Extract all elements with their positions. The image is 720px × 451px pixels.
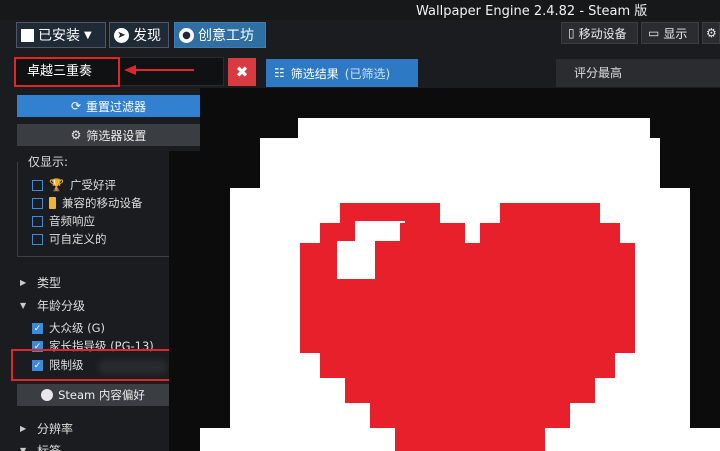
sort-select[interactable]: 评分最高	[556, 59, 720, 87]
tab-workshop-label: 创意工坊	[198, 28, 254, 44]
display-button[interactable]: ▭ 显示	[641, 22, 699, 44]
checkbox[interactable]	[32, 233, 43, 245]
show-only-title: 仅显示:	[26, 153, 71, 170]
checkbox-label: 兼容的移动设备	[62, 196, 143, 210]
section-tags[interactable]: ▼ 标签	[20, 441, 61, 451]
clear-search-button[interactable]: ✖	[228, 58, 256, 86]
filter-results-button[interactable]: ☷ 筛选结果 (已筛选)	[266, 59, 418, 87]
chevron-right-icon: ▶	[20, 277, 27, 287]
gear-icon: ⚙	[706, 26, 717, 40]
reset-filters-button[interactable]: ⟳ 重置过滤器	[17, 95, 200, 117]
checkbox[interactable]	[32, 179, 43, 191]
checkbox[interactable]	[32, 197, 43, 209]
chevron-down-icon: ▼	[20, 445, 27, 451]
checkbox-highly-rated[interactable]: 🏆 广受好评	[32, 176, 116, 194]
chevron-down-icon: ▼	[20, 300, 27, 310]
tab-installed[interactable]: 已安装 ▼	[16, 22, 106, 48]
mobile-devices-button[interactable]: ▯ 移动设备	[561, 22, 638, 44]
checkbox-mobile-compatible[interactable]: 兼容的移动设备	[32, 194, 143, 212]
list-filter-icon: ☷	[274, 66, 285, 80]
highlight-box-search	[14, 57, 120, 87]
section-label: 标签	[37, 443, 62, 451]
checkbox-label: 大众级 (G)	[49, 321, 106, 335]
annotation-arrow	[124, 65, 194, 75]
trophy-icon: 🏆	[49, 178, 64, 192]
checkbox-checked[interactable]: ✓	[32, 322, 43, 334]
checkbox[interactable]	[32, 215, 43, 227]
gear-icon: ⚙	[70, 128, 82, 142]
tab-discover[interactable]: ➤ 发现	[109, 22, 169, 48]
tab-workshop[interactable]: ● 创意工坊	[174, 22, 266, 48]
section-label: 类型	[37, 275, 62, 290]
checkbox-label: 音频响应	[49, 214, 95, 228]
tab-discover-label: 发现	[133, 28, 161, 44]
compass-icon: ➤	[114, 27, 129, 43]
save-icon	[21, 28, 34, 42]
steam-icon: ●	[179, 27, 194, 43]
chevron-down-icon: ▼	[84, 29, 92, 41]
filter-results-status: (已筛选)	[344, 66, 391, 81]
steam-pref-label: Steam 内容偏好	[58, 388, 145, 402]
window-title: Wallpaper Engine 2.4.82 - Steam 版	[416, 4, 648, 19]
filter-settings-label: 筛选器设置	[86, 128, 147, 143]
phone-icon: ▯	[568, 26, 575, 40]
chevron-right-icon: ▶	[20, 423, 27, 433]
monitor-icon: ▭	[648, 26, 660, 40]
phone-icon	[49, 197, 56, 209]
checkbox-customizable[interactable]: 可自定义的	[32, 230, 107, 248]
refresh-icon: ⟳	[70, 99, 82, 113]
filter-settings-button[interactable]: ⚙ 筛选器设置	[17, 124, 200, 146]
reset-filters-label: 重置过滤器	[86, 99, 147, 114]
mobile-devices-label: 移动设备	[578, 26, 627, 41]
checkbox-rating-g[interactable]: ✓ 大众级 (G)	[32, 319, 105, 337]
settings-button[interactable]: ⚙	[702, 22, 720, 44]
section-type[interactable]: ▶ 类型	[20, 273, 61, 291]
section-age-rating[interactable]: ▼ 年龄分级	[20, 296, 85, 314]
section-label: 分辨率	[37, 421, 74, 436]
section-label: 年龄分级	[37, 298, 86, 313]
close-icon: ✖	[235, 63, 249, 81]
pixel-heart-image	[200, 88, 720, 451]
checkbox-label: 广受好评	[69, 178, 116, 192]
filter-results-label: 筛选结果	[290, 66, 339, 81]
display-label: 显示	[663, 26, 688, 41]
title-bar: Wallpaper Engine 2.4.82 - Steam 版	[0, 0, 720, 20]
section-resolution[interactable]: ▶ 分辨率	[20, 419, 73, 437]
steam-content-preferences-button[interactable]: Steam 内容偏好	[17, 384, 169, 406]
tab-installed-label: 已安装	[38, 28, 80, 44]
steam-icon	[41, 389, 54, 401]
checkbox-audio-responsive[interactable]: 音频响应	[32, 212, 95, 230]
checkbox-label: 可自定义的	[49, 232, 107, 246]
